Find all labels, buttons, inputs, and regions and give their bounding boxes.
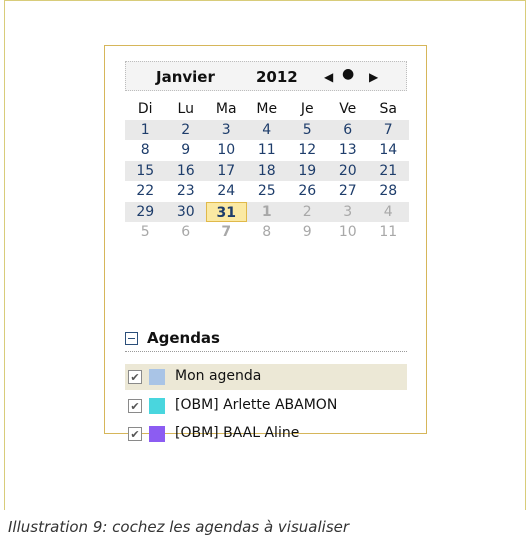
agendas-title: Agendas bbox=[147, 329, 220, 347]
week-row: 8 9 10 11 12 13 14 bbox=[125, 140, 409, 161]
day-cell[interactable]: 17 bbox=[206, 161, 247, 182]
agenda-name: [OBM] Arlette ABAMON bbox=[175, 397, 338, 413]
figure-caption: Illustration 9: cochez les agendas à vis… bbox=[8, 518, 350, 536]
calendar-header: Janvier 2012 ◀ ● ▶ bbox=[125, 61, 407, 91]
calendar-grid: Di Lu Ma Me Je Ve Sa 1 2 3 4 5 6 7 8 9 1… bbox=[125, 99, 409, 243]
day-cell-next-month[interactable]: 8 bbox=[247, 222, 288, 243]
week-row: 15 16 17 18 19 20 21 bbox=[125, 160, 409, 182]
week-row: 29 30 31 1 2 3 4 bbox=[125, 201, 409, 223]
day-cell[interactable]: 28 bbox=[368, 181, 409, 202]
day-cell[interactable]: 21 bbox=[368, 161, 409, 182]
day-cell[interactable]: 5 bbox=[287, 120, 328, 141]
agenda-checkbox[interactable]: ✔ bbox=[128, 370, 142, 384]
week-row: 1 2 3 4 5 6 7 bbox=[125, 119, 409, 141]
weekday-label: Ve bbox=[339, 101, 357, 117]
day-cell-next-month[interactable]: 3 bbox=[328, 202, 369, 223]
day-cell[interactable]: 3 bbox=[206, 120, 247, 141]
day-cell[interactable]: 26 bbox=[287, 181, 328, 202]
agenda-item[interactable]: ✔ [OBM] Arlette ABAMON bbox=[125, 393, 407, 419]
day-cell-next-month[interactable]: 10 bbox=[328, 222, 369, 243]
previous-month-icon[interactable]: ◀ bbox=[324, 70, 333, 84]
day-cell[interactable]: 20 bbox=[328, 161, 369, 182]
day-cell[interactable]: 23 bbox=[166, 181, 207, 202]
day-cell[interactable]: 15 bbox=[125, 161, 166, 182]
day-cell[interactable]: 10 bbox=[206, 140, 247, 161]
agenda-color-swatch bbox=[149, 398, 165, 414]
weekday-label: Di bbox=[137, 101, 153, 117]
day-cell-next-month[interactable]: 6 bbox=[166, 222, 207, 243]
day-cell[interactable]: 1 bbox=[125, 120, 166, 141]
day-cell[interactable]: 2 bbox=[166, 120, 207, 141]
selected-day-cell[interactable]: 31 bbox=[206, 201, 247, 222]
day-cell-next-month[interactable]: 9 bbox=[287, 222, 328, 243]
day-cell-next-month[interactable]: 1 bbox=[247, 202, 288, 223]
day-cell-next-month[interactable]: 5 bbox=[125, 222, 166, 243]
agenda-checkbox[interactable]: ✔ bbox=[128, 399, 142, 413]
weekday-label: Je bbox=[300, 101, 314, 117]
year-label: 2012 bbox=[256, 68, 298, 86]
weekday-label: Lu bbox=[177, 101, 194, 117]
day-cell[interactable]: 29 bbox=[125, 202, 166, 223]
day-cell[interactable]: 25 bbox=[247, 181, 288, 202]
weekday-label: Ma bbox=[215, 101, 237, 117]
day-cell[interactable]: 13 bbox=[328, 140, 369, 161]
weekday-label: Sa bbox=[379, 101, 397, 117]
day-cell[interactable]: 19 bbox=[287, 161, 328, 182]
agenda-item[interactable]: ✔ Mon agenda bbox=[125, 364, 407, 390]
day-cell[interactable]: 16 bbox=[166, 161, 207, 182]
day-cell[interactable]: 14 bbox=[368, 140, 409, 161]
agenda-color-swatch bbox=[149, 369, 165, 385]
day-cell-next-month[interactable]: 11 bbox=[368, 222, 409, 243]
agenda-name: [OBM] BAAL Aline bbox=[175, 425, 300, 441]
day-cell[interactable]: 6 bbox=[328, 120, 369, 141]
week-row: 5 6 7 8 9 10 11 bbox=[125, 222, 409, 243]
collapse-icon[interactable] bbox=[125, 332, 138, 345]
agenda-name: Mon agenda bbox=[175, 368, 262, 384]
calendar-widget: Janvier 2012 ◀ ● ▶ Di Lu Ma Me Je Ve Sa … bbox=[104, 45, 427, 442]
day-cell[interactable]: 11 bbox=[247, 140, 288, 161]
day-cell[interactable]: 9 bbox=[166, 140, 207, 161]
agendas-section-header[interactable]: Agendas bbox=[125, 328, 407, 352]
day-cell[interactable]: 4 bbox=[247, 120, 288, 141]
weekday-label: Me bbox=[256, 101, 278, 117]
agenda-checkbox[interactable]: ✔ bbox=[128, 427, 142, 441]
day-cell-next-month[interactable]: 4 bbox=[368, 202, 409, 223]
day-cell[interactable]: 8 bbox=[125, 140, 166, 161]
agenda-item[interactable]: ✔ [OBM] BAAL Aline bbox=[125, 421, 407, 447]
day-cell[interactable]: 22 bbox=[125, 181, 166, 202]
day-cell[interactable]: 18 bbox=[247, 161, 288, 182]
today-icon[interactable]: ● bbox=[342, 66, 354, 82]
day-cell[interactable]: 12 bbox=[287, 140, 328, 161]
day-cell[interactable]: 30 bbox=[166, 202, 207, 223]
day-cell-next-month[interactable]: 7 bbox=[206, 222, 247, 243]
day-cell[interactable]: 24 bbox=[206, 181, 247, 202]
day-cell[interactable]: 7 bbox=[368, 120, 409, 141]
day-cell[interactable]: 27 bbox=[328, 181, 369, 202]
next-month-icon[interactable]: ▶ bbox=[369, 70, 378, 84]
week-row: 22 23 24 25 26 27 28 bbox=[125, 181, 409, 202]
month-label: Janvier bbox=[156, 68, 215, 86]
agenda-color-swatch bbox=[149, 426, 165, 442]
weekday-header-row: Di Lu Ma Me Je Ve Sa bbox=[125, 99, 409, 120]
day-cell-next-month[interactable]: 2 bbox=[287, 202, 328, 223]
